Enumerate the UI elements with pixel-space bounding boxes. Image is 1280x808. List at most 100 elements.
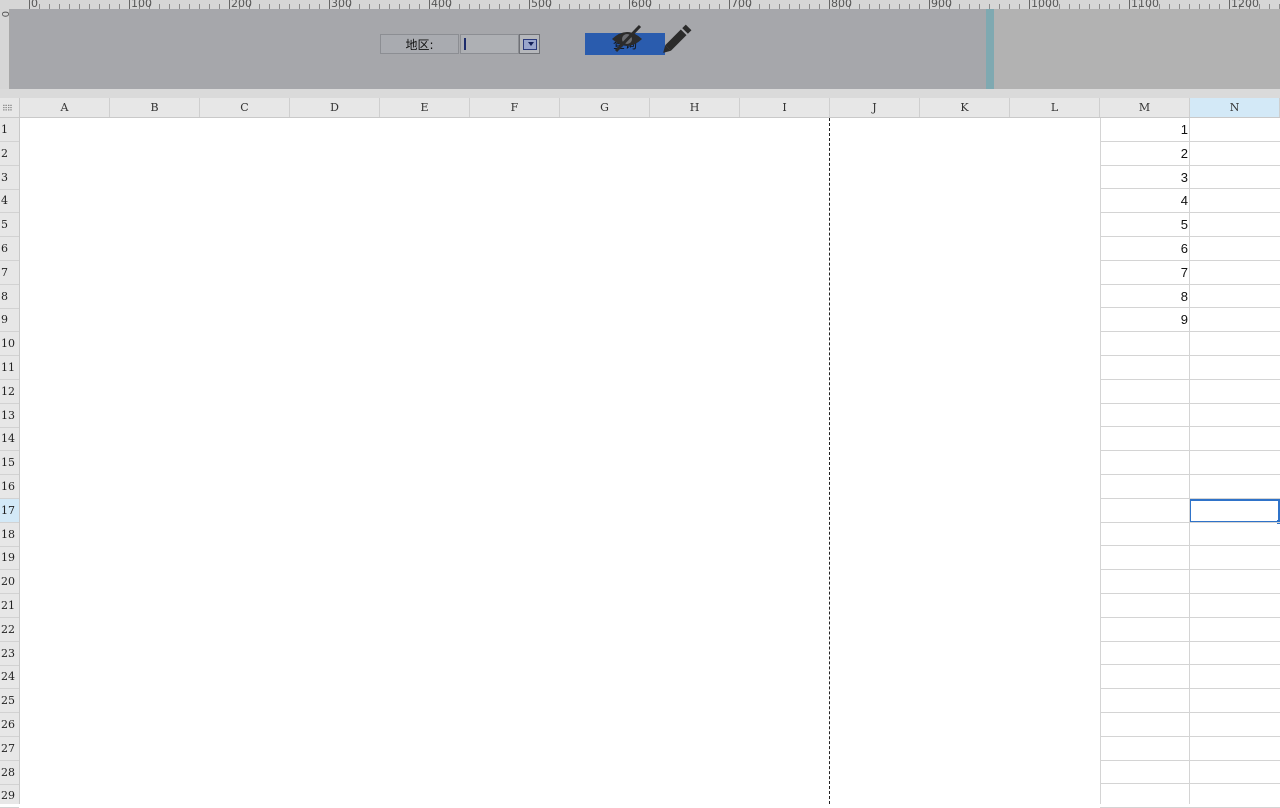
ruler-tick — [1229, 0, 1230, 9]
row-header-14[interactable]: 14 — [0, 427, 19, 451]
cell-M6[interactable]: 6 — [1100, 237, 1188, 261]
panel-divider — [0, 89, 1280, 98]
ruler-tick — [329, 0, 330, 9]
row-header-23[interactable]: 23 — [0, 642, 19, 666]
row-header-19[interactable]: 19 — [0, 546, 19, 570]
column-header-C[interactable]: C — [200, 98, 290, 117]
column-header-A[interactable]: A — [20, 98, 110, 117]
row-gridline — [1100, 736, 1280, 737]
row-header-24[interactable]: 24 — [0, 665, 19, 689]
column-header-I[interactable]: I — [740, 98, 830, 117]
ruler-tick — [829, 0, 830, 9]
column-header-N[interactable]: N — [1190, 98, 1280, 117]
ruler-tick — [129, 0, 130, 9]
row-header-9[interactable]: 9 — [0, 308, 19, 332]
row-header-10[interactable]: 10 — [0, 332, 19, 356]
cell-M5[interactable]: 5 — [1100, 213, 1188, 237]
column-gridline — [1189, 118, 1190, 804]
row-header-6[interactable]: 6 — [0, 237, 19, 261]
row-header-7[interactable]: 7 — [0, 261, 19, 285]
row-gridline — [1100, 474, 1280, 475]
ruler-tick — [229, 0, 230, 9]
row-header-5[interactable]: 5 — [0, 213, 19, 237]
column-header-K[interactable]: K — [920, 98, 1010, 117]
vertical-ruler: 0 — [0, 9, 10, 89]
page-break-line — [829, 118, 830, 804]
row-header-13[interactable]: 13 — [0, 404, 19, 428]
parameter-panel-resize-handle[interactable] — [986, 9, 994, 89]
parameter-panel-outside-area — [994, 9, 1280, 89]
column-header-B[interactable]: B — [110, 98, 200, 117]
row-header-16[interactable]: 16 — [0, 475, 19, 499]
ruler-tick — [1129, 0, 1130, 9]
row-header-8[interactable]: 8 — [0, 285, 19, 309]
row-gridline — [1100, 545, 1280, 546]
row-gridline — [1100, 426, 1280, 427]
region-label: 地区: — [380, 34, 459, 54]
row-header-29[interactable]: 29 — [0, 784, 19, 808]
row-header-22[interactable]: 22 — [0, 618, 19, 642]
column-header-E[interactable]: E — [380, 98, 470, 117]
row-header-4[interactable]: 4 — [0, 189, 19, 213]
cell-M1[interactable]: 1 — [1100, 118, 1188, 142]
ruler-tick — [929, 0, 930, 9]
row-gridline — [1100, 522, 1280, 523]
row-gridline — [1100, 783, 1280, 784]
ruler-tick — [29, 0, 30, 9]
row-header-3[interactable]: 3 — [0, 166, 19, 190]
cell-M8[interactable]: 8 — [1100, 285, 1188, 309]
row-header-2[interactable]: 2 — [0, 142, 19, 166]
row-header-25[interactable]: 25 — [0, 689, 19, 713]
row-header-28[interactable]: 28 — [0, 761, 19, 785]
cell-M4[interactable]: 4 — [1100, 189, 1188, 213]
row-gridline — [1100, 450, 1280, 451]
row-gridline — [1100, 641, 1280, 642]
cell-M9[interactable]: 9 — [1100, 308, 1188, 332]
column-header-G[interactable]: G — [560, 98, 650, 117]
row-gridline — [1100, 379, 1280, 380]
sheet-grid[interactable]: 123456789 — [20, 118, 1280, 808]
column-header-F[interactable]: F — [470, 98, 560, 117]
ruler-tick — [729, 0, 730, 9]
row-headers: 1 2 3 4 5 6 7 8 9 10 11 12 13 14 15 16 17 18 19 20 21 22 23 24 2… — [0, 118, 20, 808]
column-header-H[interactable]: H — [650, 98, 740, 117]
row-header-17[interactable]: 17 — [0, 499, 19, 523]
row-header-18[interactable]: 18 — [0, 523, 19, 547]
text-caret — [464, 38, 466, 50]
region-combo-input[interactable] — [460, 34, 519, 54]
row-header-21[interactable]: 21 — [0, 594, 19, 618]
selected-cell-N17[interactable] — [1189, 499, 1280, 524]
row-gridline — [1100, 712, 1280, 713]
cell-M2[interactable]: 2 — [1100, 142, 1188, 166]
row-gridline — [1100, 760, 1280, 761]
cell-M7[interactable]: 7 — [1100, 261, 1188, 285]
pencil-edit-icon[interactable] — [660, 22, 696, 54]
row-gridline — [1100, 617, 1280, 618]
region-dropdown-button[interactable] — [519, 34, 540, 54]
column-header-L[interactable]: L — [1010, 98, 1100, 117]
column-header-J[interactable]: J — [830, 98, 920, 117]
row-gridline — [1100, 593, 1280, 594]
dropdown-triangle — [528, 42, 534, 46]
row-header-12[interactable]: 12 — [0, 380, 19, 404]
row-header-27[interactable]: 27 — [0, 737, 19, 761]
column-header-M[interactable]: M — [1100, 98, 1190, 117]
row-header-11[interactable]: 11 — [0, 356, 19, 380]
row-header-15[interactable]: 15 — [0, 451, 19, 475]
row-gridline — [1100, 664, 1280, 665]
row-header-20[interactable]: 20 — [0, 570, 19, 594]
cell-M3[interactable]: 3 — [1100, 166, 1188, 190]
row-gridline — [1100, 498, 1280, 499]
vertical-ruler-label: 0 — [0, 11, 10, 18]
row-header-1[interactable]: 1 — [0, 118, 19, 142]
column-header-D[interactable]: D — [290, 98, 380, 117]
row-header-26[interactable]: 26 — [0, 713, 19, 737]
row-gridline — [1100, 569, 1280, 570]
select-all-corner[interactable]: ⠿⠿ — [0, 98, 20, 118]
ruler-tick — [429, 0, 430, 9]
row-gridline — [1100, 355, 1280, 356]
hide-eye-icon[interactable] — [608, 22, 646, 54]
ruler-tick — [1029, 0, 1030, 9]
row-gridline — [1100, 403, 1280, 404]
ruler-tick — [629, 0, 630, 9]
